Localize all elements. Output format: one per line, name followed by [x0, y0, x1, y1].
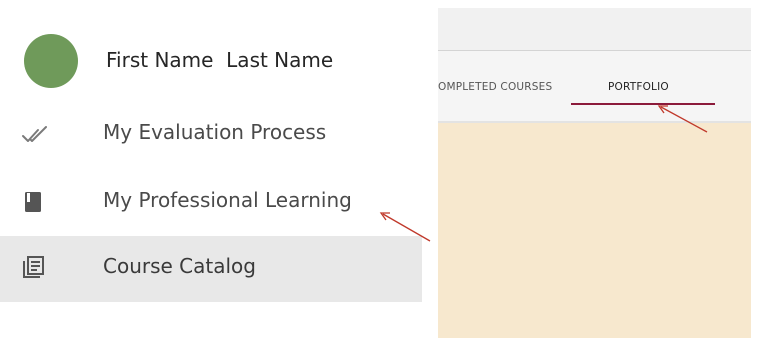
active-tab-indicator [571, 103, 715, 105]
user-profile[interactable]: First Name Last Name [0, 22, 422, 104]
book-icon [21, 190, 45, 214]
double-check-icon [21, 122, 47, 146]
sidebar: First Name Last Name My Evaluation Proce… [0, 0, 422, 338]
sidebar-item-professional-learning[interactable]: My Professional Learning [0, 170, 422, 236]
tab-portfolio[interactable]: PORTFOLIO [608, 81, 669, 93]
sidebar-item-course-catalog[interactable]: Course Catalog [0, 236, 422, 302]
avatar[interactable] [24, 34, 78, 88]
sidebar-item-label: My Professional Learning [103, 188, 352, 212]
main-content-area [438, 123, 751, 338]
user-name: First Name Last Name [106, 48, 334, 72]
screenshot-root: First Name Last Name My Evaluation Proce… [0, 0, 757, 338]
tab-completed-courses[interactable]: OMPLETED COURSES [438, 81, 552, 93]
sidebar-item-evaluation-process[interactable]: My Evaluation Process [0, 102, 422, 168]
catalog-list-icon [21, 256, 45, 280]
sidebar-item-label: Course Catalog [103, 254, 256, 278]
app-header-bar [438, 8, 751, 51]
tab-bar: OMPLETED COURSES PORTFOLIO [438, 51, 751, 123]
sidebar-item-label: My Evaluation Process [103, 120, 327, 144]
app-view: OMPLETED COURSES PORTFOLIO [438, 8, 751, 338]
